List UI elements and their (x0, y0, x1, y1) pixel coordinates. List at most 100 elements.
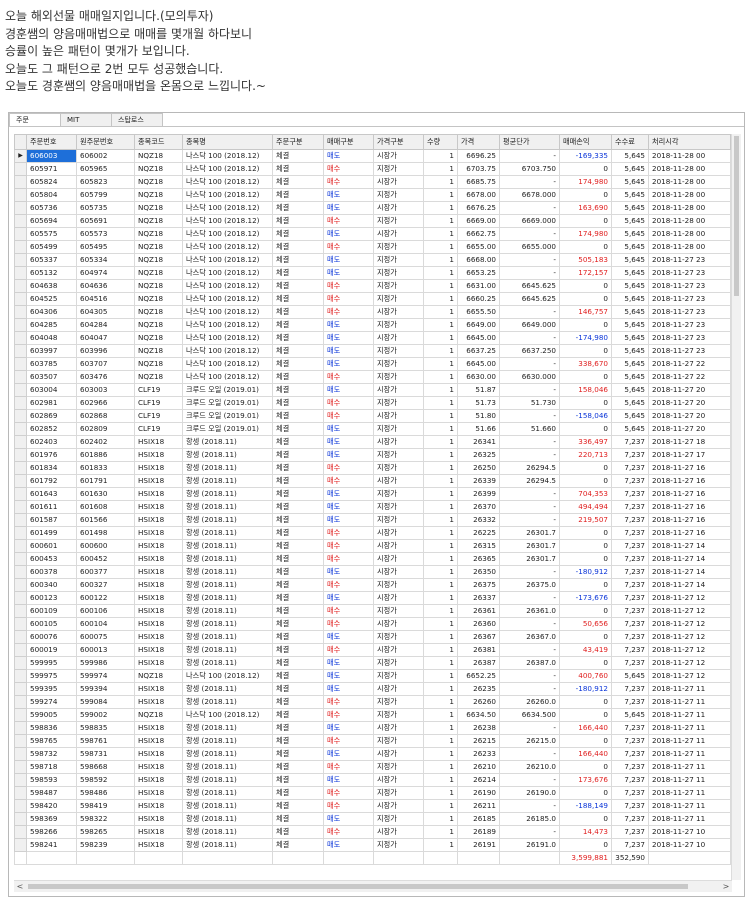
table-row[interactable]: 603004 603003 CLF19 크루드 오일 (2019.01) 체결 매도 시장가… (14, 383, 731, 397)
table-row[interactable]: 598718 598668 HSIX18 항셍 (2018.11) 체결 매수 지정가 1 26… (14, 760, 731, 774)
table-row[interactable]: 605824 605823 NQZ18 나스닥 100 (2018.12) 체결 매수 시장… (14, 175, 731, 189)
cell-orig-order-no: 600377 (76, 565, 135, 579)
table-row[interactable]: 600340 600327 HSIX18 항셍 (2018.11) 체결 매수 지정가 1 26… (14, 578, 731, 592)
table-row[interactable]: 602981 602966 CLF19 크루드 오일 (2019.01) 체결 매수 지정가… (14, 396, 731, 410)
table-row[interactable]: 600105 600104 HSIX18 항셍 (2018.11) 체결 매수 시장가 1 26… (14, 617, 731, 631)
table-row[interactable]: 598732 598731 HSIX18 항셍 (2018.11) 체결 매도 시장가 1 26… (14, 747, 731, 761)
table-row[interactable]: 600109 600106 HSIX18 항셍 (2018.11) 체결 매수 지정가 1 26… (14, 604, 731, 618)
cell-symbol: NQZ18 (134, 149, 183, 163)
cell-quantity: 1 (423, 422, 458, 436)
chevron-left-icon[interactable]: < (14, 881, 26, 893)
cell-avg-price: 26210.0 (499, 760, 560, 774)
table-row[interactable]: 601499 601498 HSIX18 항셍 (2018.11) 체결 매수 시장가 1 26… (14, 526, 731, 540)
cell-pnl: 0 (559, 812, 612, 826)
cell-pnl: 505,183 (559, 253, 612, 267)
vertical-scrollbar[interactable] (731, 134, 741, 880)
table-row[interactable]: 603997 603996 NQZ18 나스닥 100 (2018.12) 체결 매도 지정… (14, 344, 731, 358)
table-row[interactable]: 605804 605799 NQZ18 나스닥 100 (2018.12) 체결 매도 지정… (14, 188, 731, 202)
tab-stoploss[interactable]: 스탑로스 (111, 113, 163, 126)
table-row[interactable]: 599005 599002 NQZ18 나스닥 100 (2018.12) 체결 매수 지정… (14, 708, 731, 722)
table-row[interactable]: 603785 603707 NQZ18 나스닥 100 (2018.12) 체결 매도 지정… (14, 357, 731, 371)
cell-price-type: 지정가 (373, 396, 424, 410)
table-row[interactable]: 598241 598239 HSIX18 항셍 (2018.11) 체결 매도 지정가 1 26… (14, 838, 731, 852)
table-row[interactable]: 600601 600600 HSIX18 항셍 (2018.11) 체결 매수 시장가 1 26… (14, 539, 731, 553)
table-row[interactable]: 598836 598835 HSIX18 항셍 (2018.11) 체결 매도 시장가 1 26… (14, 721, 731, 735)
table-row[interactable]: 598765 598761 HSIX18 항셍 (2018.11) 체결 매수 지정가 1 26… (14, 734, 731, 748)
vertical-scroll-thumb[interactable] (734, 136, 739, 296)
table-row[interactable]: 598593 598592 HSIX18 항셍 (2018.11) 체결 매도 시장가 1 26… (14, 773, 731, 787)
column-header-price[interactable]: 가격 (457, 134, 500, 150)
table-row[interactable]: 604048 604047 NQZ18 나스닥 100 (2018.12) 체결 매도 시장… (14, 331, 731, 345)
table-row[interactable]: 600123 600122 HSIX18 항셍 (2018.11) 체결 매도 시장가 1 26… (14, 591, 731, 605)
cell-time: 2018-11-28 00 (648, 188, 731, 202)
cell-side: 매도 (323, 773, 374, 787)
table-row[interactable]: 599395 599394 HSIX18 항셍 (2018.11) 체결 매도 시장가 1 26… (14, 682, 731, 696)
table-row[interactable]: 605971 605965 NQZ18 나스닥 100 (2018.12) 체결 매수 지정… (14, 162, 731, 176)
column-header-orig-order-no[interactable]: 원주문번호 (76, 134, 135, 150)
table-row[interactable]: 598487 598486 HSIX18 항셍 (2018.11) 체결 매수 지정가 1 26… (14, 786, 731, 800)
cell-instrument-name: 항셍 (2018.11) (182, 760, 273, 774)
table-row[interactable]: 604285 604284 NQZ18 나스닥 100 (2018.12) 체결 매도 지정… (14, 318, 731, 332)
table-row[interactable]: 604525 604516 NQZ18 나스닥 100 (2018.12) 체결 매수 지정… (14, 292, 731, 306)
cell-order-no: 605824 (26, 175, 77, 189)
row-header (14, 422, 27, 436)
cell-price-type: 지정가 (373, 214, 424, 228)
table-row[interactable]: ▶ 606003 606002 NQZ18 나스닥 100 (2018.12) 체결 매도 시… (14, 149, 731, 163)
column-header-order-no[interactable]: 주문번호 (26, 134, 77, 150)
horizontal-scroll-thumb[interactable] (28, 884, 688, 889)
table-row[interactable]: 601643 601630 HSIX18 항셍 (2018.11) 체결 매도 지정가 1 26… (14, 487, 731, 501)
table-row[interactable]: 605337 605334 NQZ18 나스닥 100 (2018.12) 체결 매도 지정… (14, 253, 731, 267)
table-row[interactable]: 602852 602809 CLF19 크루드 오일 (2019.01) 체결 매도 지정가… (14, 422, 731, 436)
table-row[interactable]: 605499 605495 NQZ18 나스닥 100 (2018.12) 체결 매수 지정… (14, 240, 731, 254)
table-row[interactable]: 605132 604974 NQZ18 나스닥 100 (2018.12) 체결 매도 지정… (14, 266, 731, 280)
table-row[interactable]: 601976 601886 HSIX18 항셍 (2018.11) 체결 매도 지정가 1 26… (14, 448, 731, 462)
table-row[interactable]: 605736 605735 NQZ18 나스닥 100 (2018.12) 체결 매도 시장… (14, 201, 731, 215)
totals-cell (134, 851, 183, 865)
table-row[interactable]: 602869 602868 CLF19 크루드 오일 (2019.01) 체결 매수 시장가… (14, 409, 731, 423)
table-row[interactable]: 601834 601833 HSIX18 항셍 (2018.11) 체결 매수 지정가 1 26… (14, 461, 731, 475)
cell-orig-order-no: 598265 (76, 825, 135, 839)
column-header-order-type[interactable]: 주문구분 (272, 134, 324, 150)
table-row[interactable]: 599274 599084 HSIX18 항셍 (2018.11) 체결 매수 지정가 1 26… (14, 695, 731, 709)
table-row[interactable]: 600019 600013 HSIX18 항셍 (2018.11) 체결 매수 시장가 1 26… (14, 643, 731, 657)
tab-mit[interactable]: MIT (60, 113, 112, 126)
cell-avg-price: 51.730 (499, 396, 560, 410)
table-row[interactable]: 601792 601791 HSIX18 항셍 (2018.11) 체결 매수 시장가 1 26… (14, 474, 731, 488)
table-row[interactable]: 601587 601566 HSIX18 항셍 (2018.11) 체결 매도 지정가 1 26… (14, 513, 731, 527)
horizontal-scrollbar[interactable]: < > (14, 880, 732, 892)
table-row[interactable]: 603507 603476 NQZ18 나스닥 100 (2018.12) 체결 매수 지정… (14, 370, 731, 384)
table-row[interactable]: 604638 604636 NQZ18 나스닥 100 (2018.12) 체결 매수 지정… (14, 279, 731, 293)
column-header-fee[interactable]: 수수료 (611, 134, 649, 150)
cell-price-type: 시장가 (373, 227, 424, 241)
column-header-side[interactable]: 매매구분 (323, 134, 374, 150)
cell-order-type: 체결 (272, 565, 324, 579)
column-header-time[interactable]: 처리시각 (648, 134, 731, 150)
table-row[interactable]: 604306 604305 NQZ18 나스닥 100 (2018.12) 체결 매수 시장… (14, 305, 731, 319)
table-row[interactable]: 599975 599974 NQZ18 나스닥 100 (2018.12) 체결 매도 지정… (14, 669, 731, 683)
cell-pnl: 0 (559, 786, 612, 800)
table-row[interactable]: 600378 600377 HSIX18 항셍 (2018.11) 체결 매도 시장가 1 26… (14, 565, 731, 579)
table-row[interactable]: 599995 599986 HSIX18 항셍 (2018.11) 체결 매도 지정가 1 26… (14, 656, 731, 670)
column-header-symbol[interactable]: 종목코드 (134, 134, 183, 150)
column-header-pnl[interactable]: 매매손익 (559, 134, 612, 150)
table-row[interactable]: 598369 598322 HSIX18 항셍 (2018.11) 체결 매도 지정가 1 26… (14, 812, 731, 826)
chevron-right-icon[interactable]: > (720, 881, 732, 893)
cell-price: 26399 (457, 487, 500, 501)
cell-symbol: CLF19 (134, 422, 183, 436)
table-row[interactable]: 598266 598265 HSIX18 항셍 (2018.11) 체결 매수 시장가 1 26… (14, 825, 731, 839)
cell-symbol: HSIX18 (134, 461, 183, 475)
table-row[interactable]: 600076 600075 HSIX18 항셍 (2018.11) 체결 매도 지정가 1 26… (14, 630, 731, 644)
column-header-price-type[interactable]: 가격구분 (373, 134, 424, 150)
table-row[interactable]: 605575 605573 NQZ18 나스닥 100 (2018.12) 체결 매도 시장… (14, 227, 731, 241)
column-header-quantity[interactable]: 수량 (423, 134, 458, 150)
table-row[interactable]: 601611 601608 HSIX18 항셍 (2018.11) 체결 매도 지정가 1 26… (14, 500, 731, 514)
tab-order[interactable]: 주문 (9, 113, 61, 127)
table-row[interactable]: 605694 605691 NQZ18 나스닥 100 (2018.12) 체결 매수 지정… (14, 214, 731, 228)
column-header-instrument-name[interactable]: 종목명 (182, 134, 273, 150)
table-row[interactable]: 600453 600452 HSIX18 항셍 (2018.11) 체결 매수 시장가 1 26… (14, 552, 731, 566)
table-row[interactable]: 598420 598419 HSIX18 항셍 (2018.11) 체결 매수 시장가 1 26… (14, 799, 731, 813)
cell-pnl: -180,912 (559, 565, 612, 579)
column-header-avg-price[interactable]: 평균단가 (499, 134, 560, 150)
table-row[interactable]: 602403 602402 HSIX18 항셍 (2018.11) 체결 매도 시장가 1 26… (14, 435, 731, 449)
cell-quantity: 1 (423, 435, 458, 449)
